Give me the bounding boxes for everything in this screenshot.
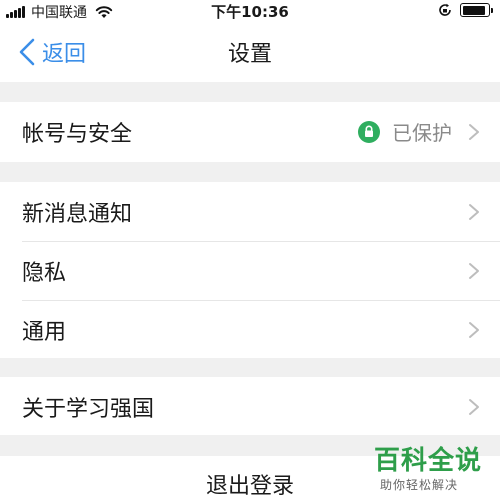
account-status: 已保护 — [358, 102, 452, 161]
chevron-right-icon — [469, 398, 479, 415]
row-label: 新消息通知 — [22, 201, 133, 227]
lock-shield-icon — [358, 120, 380, 143]
navigation-bar: 返回 设置 — [0, 22, 500, 82]
chevron-right-icon — [469, 321, 479, 338]
account-group: 帐号与安全 已保护 — [0, 102, 500, 162]
row-label: 隐私 — [22, 260, 67, 286]
chevron-right-icon — [469, 123, 479, 140]
watermark-subtitle: 助你轻松解决 — [380, 478, 459, 492]
row-label: 关于学习强国 — [22, 396, 155, 422]
row-message-notification[interactable]: 新消息通知 — [0, 182, 500, 241]
status-bar-right — [438, 3, 493, 17]
battery-fill — [462, 5, 485, 15]
watermark-logo: 百科全说 助你轻松解决 — [360, 440, 500, 500]
row-label: 通用 — [22, 319, 67, 345]
row-general[interactable]: 通用 — [0, 300, 500, 359]
row-label: 帐号与安全 — [22, 121, 133, 147]
chevron-right-icon — [469, 203, 479, 220]
status-text: 已保护 — [392, 121, 452, 145]
page-title: 设置 — [227, 42, 272, 67]
rotation-lock-icon — [439, 3, 451, 16]
watermark-title: 百科全说 — [374, 446, 483, 476]
settings-group: 新消息通知 隐私 通用 — [0, 182, 500, 358]
status-bar: 中国联通 下午10:36 — [0, 0, 500, 22]
status-time: 下午10:36 — [211, 3, 289, 21]
row-account-security[interactable]: 帐号与安全 已保护 — [0, 102, 500, 161]
row-privacy[interactable]: 隐私 — [0, 241, 500, 300]
battery-icon — [460, 3, 493, 17]
about-group: 关于学习强国 — [0, 377, 500, 435]
row-about[interactable]: 关于学习强国 — [0, 377, 500, 436]
chevron-right-icon — [469, 262, 479, 279]
